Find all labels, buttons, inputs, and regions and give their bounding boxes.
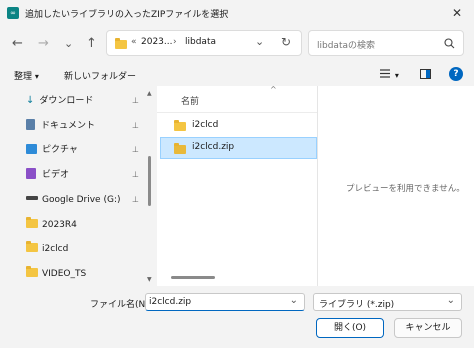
title-bar: ∞ 追加したいライブラリの入ったZIPファイルを選択 ✕ xyxy=(0,0,474,26)
horizontal-scrollbar-thumb[interactable] xyxy=(171,276,215,279)
file-type-select[interactable]: ライブラリ (*.zip) ⌄ xyxy=(313,293,462,311)
scrollbar-thumb[interactable] xyxy=(148,156,151,206)
sidebar-scrollbar[interactable]: ▲ ▼ xyxy=(146,90,154,286)
breadcrumb-separator[interactable]: › xyxy=(173,37,177,47)
folder-icon xyxy=(115,38,127,49)
recent-locations-icon[interactable]: ⌄ xyxy=(64,36,73,52)
search-input[interactable]: libdataの検索 xyxy=(317,38,375,51)
search-icon[interactable] xyxy=(444,38,455,49)
folder-icon xyxy=(26,217,38,228)
navigation-pane: ↓ ダウンロード ⊥ ドキュメント ⊥ ピクチャ ⊥ ビデオ ⊥ Google D… xyxy=(0,86,156,286)
video-icon xyxy=(26,168,36,179)
sidebar-item-video-ts[interactable]: VIDEO_TS xyxy=(26,265,86,283)
chevron-down-icon: ⌄ xyxy=(446,295,455,306)
command-bar: 整理 ▾ 新しいフォルダー ▾ ? xyxy=(0,64,474,86)
list-item-selected[interactable]: i2clcd.zip xyxy=(160,137,317,159)
refresh-icon[interactable]: ↻ xyxy=(281,35,291,49)
pin-icon[interactable]: ⊥ xyxy=(132,145,139,154)
download-icon: ↓ xyxy=(26,95,35,106)
address-bar[interactable]: « 2023... › libdata ⌄ ↻ xyxy=(106,30,302,56)
list-view-icon xyxy=(380,69,390,78)
preview-pane-icon[interactable] xyxy=(420,69,431,79)
sidebar-item-videos[interactable]: ビデオ xyxy=(26,166,69,184)
file-list: ^ 名前 i2clcd i2clcd.zip xyxy=(157,85,317,286)
cancel-button[interactable]: キャンセル xyxy=(394,318,462,338)
column-header-name[interactable]: 名前 xyxy=(181,94,199,107)
file-open-dialog: ∞ 追加したいライブラリの入ったZIPファイルを選択 ✕ ← → ⌄ ↑ « 2… xyxy=(0,0,474,348)
sidebar-item-2023r4[interactable]: 2023R4 xyxy=(26,216,77,234)
file-name: i2clcd.zip xyxy=(192,142,235,152)
organize-button[interactable]: 整理 ▾ xyxy=(14,69,39,82)
filename-label: ファイル名(N): xyxy=(90,300,152,310)
pin-icon[interactable]: ⊥ xyxy=(132,96,139,105)
window-title: 追加したいライブラリの入ったZIPファイルを選択 xyxy=(25,10,229,20)
folder-icon xyxy=(174,120,186,131)
back-icon[interactable]: ← xyxy=(12,36,23,52)
pin-icon[interactable]: ⊥ xyxy=(132,170,139,179)
sidebar-item-i2clcd[interactable]: i2clcd xyxy=(26,240,68,258)
open-button[interactable]: 開く(O) xyxy=(316,318,384,338)
address-dropdown-icon[interactable]: ⌄ xyxy=(255,35,264,48)
chevron-down-icon[interactable]: ⌄ xyxy=(290,295,298,306)
scroll-up-icon[interactable]: ▲ xyxy=(147,90,152,97)
app-icon: ∞ xyxy=(7,7,19,19)
scroll-down-icon[interactable]: ▼ xyxy=(147,276,152,283)
sort-ascending-icon[interactable]: ^ xyxy=(270,85,277,94)
view-options-button[interactable]: ▾ xyxy=(380,69,399,81)
sidebar-item-pictures[interactable]: ピクチャ xyxy=(26,141,78,159)
document-icon xyxy=(26,119,35,130)
up-icon[interactable]: ↑ xyxy=(86,36,97,52)
pin-icon[interactable]: ⊥ xyxy=(132,121,139,130)
filename-value[interactable]: i2clcd.zip xyxy=(149,297,191,307)
sidebar-item-google-drive[interactable]: Google Drive (G:) xyxy=(26,191,120,209)
close-button[interactable]: ✕ xyxy=(440,0,474,26)
caret-down-icon: ▾ xyxy=(394,71,399,80)
folder-icon xyxy=(26,241,38,252)
zip-folder-icon xyxy=(174,143,186,154)
search-box[interactable]: libdataの検索 xyxy=(308,30,464,56)
sidebar-item-downloads[interactable]: ↓ ダウンロード xyxy=(26,92,93,110)
filename-field[interactable]: i2clcd.zip ⌄ xyxy=(145,293,305,311)
list-item[interactable]: i2clcd xyxy=(162,115,317,137)
folder-icon xyxy=(26,266,38,277)
new-folder-button[interactable]: 新しいフォルダー xyxy=(64,69,136,82)
organize-label: 整理 xyxy=(14,72,33,82)
forward-icon[interactable]: → xyxy=(38,36,49,52)
drive-icon xyxy=(26,196,38,200)
pin-icon[interactable]: ⊥ xyxy=(132,195,139,204)
caret-down-icon: ▾ xyxy=(34,72,39,81)
file-name: i2clcd xyxy=(192,120,219,130)
file-type-value: ライブラリ (*.zip) xyxy=(319,300,395,310)
sidebar-item-documents[interactable]: ドキュメント xyxy=(26,117,95,135)
breadcrumb-overflow[interactable]: « xyxy=(131,37,137,47)
pictures-icon xyxy=(26,144,37,154)
breadcrumb-item[interactable]: libdata xyxy=(185,37,216,47)
dialog-footer: ファイル名(N): i2clcd.zip ⌄ ライブラリ (*.zip) ⌄ 開… xyxy=(0,286,474,348)
preview-pane: プレビューを利用できません。 xyxy=(317,86,474,286)
breadcrumb-item[interactable]: 2023... xyxy=(141,37,173,47)
help-icon[interactable]: ? xyxy=(449,67,463,81)
preview-message: プレビューを利用できません。 xyxy=(346,184,465,194)
